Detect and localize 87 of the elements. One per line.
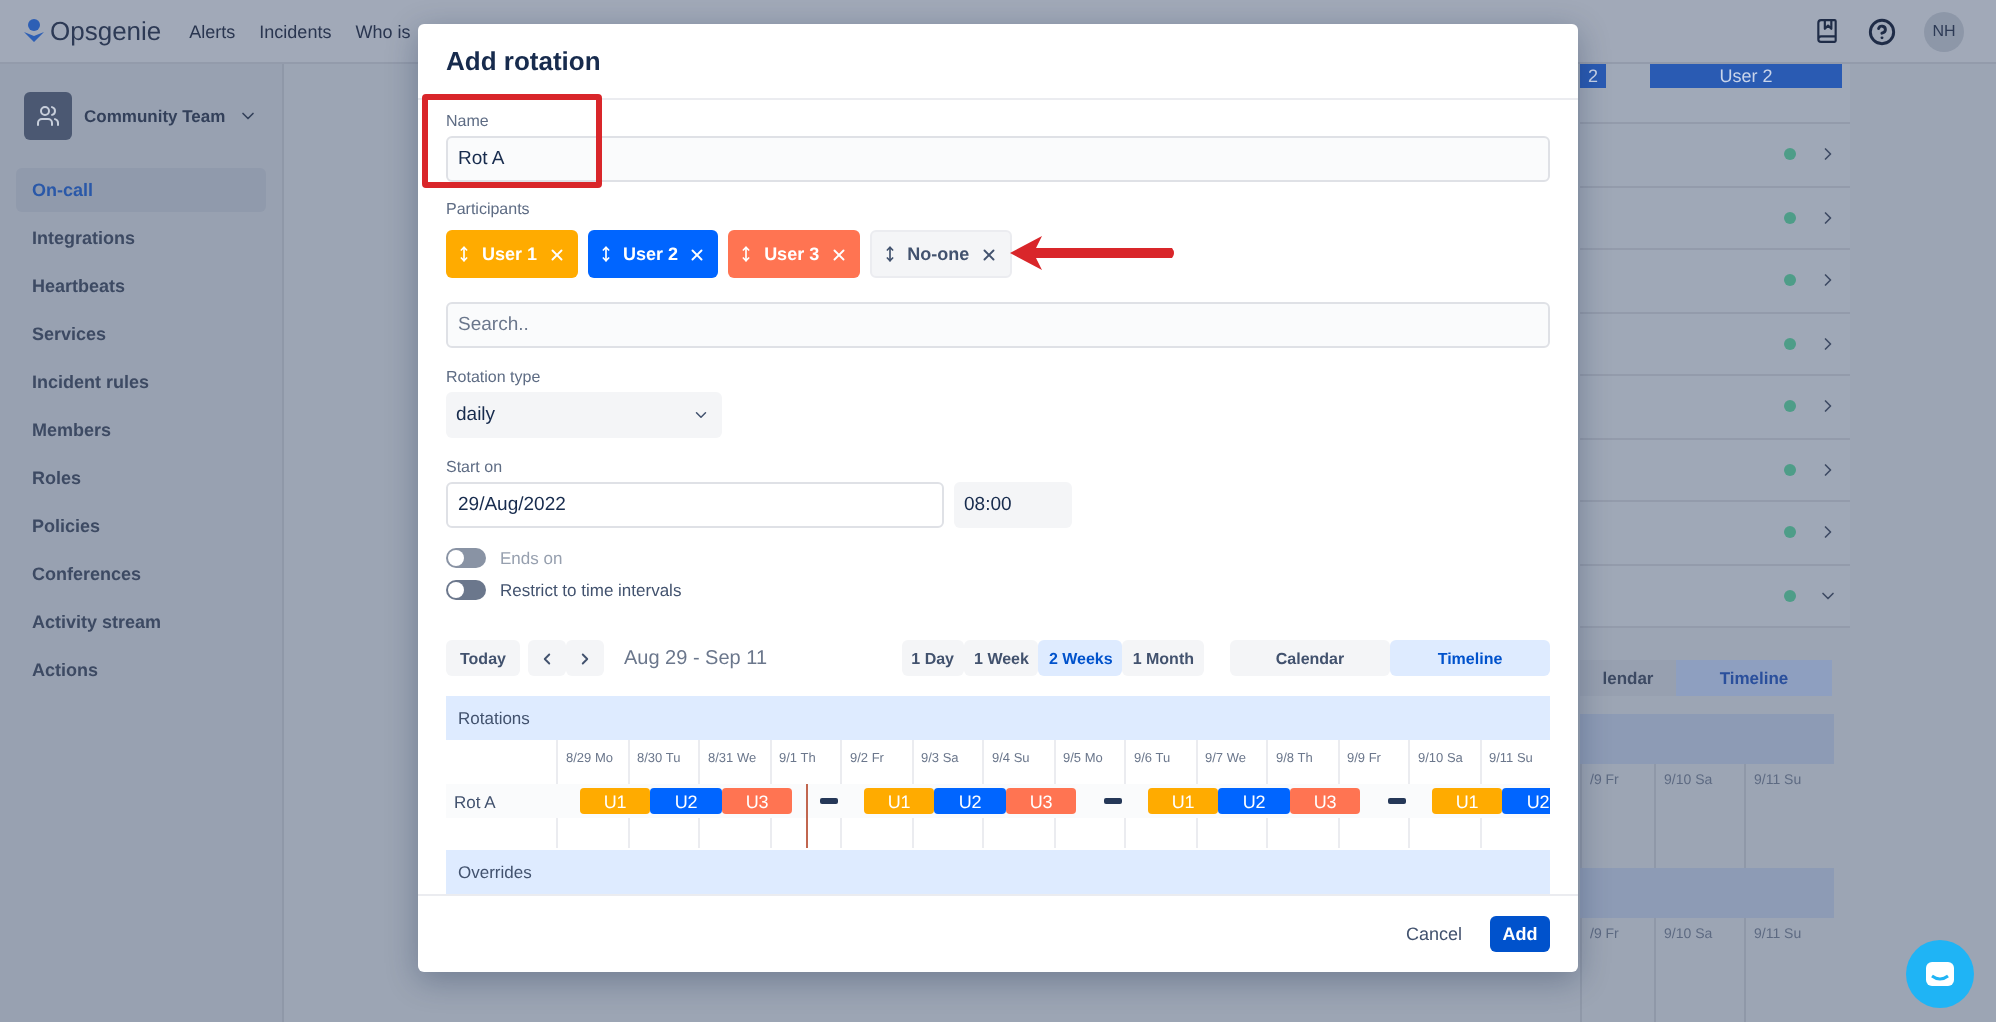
sidebar-item[interactable]: Services [16, 312, 266, 356]
status-dot [1784, 463, 1796, 476]
previous-button[interactable] [527, 640, 566, 676]
search-field[interactable]: Search.. [446, 302, 1550, 348]
participant-name: User 1 [482, 244, 538, 264]
cancel-button[interactable]: Cancel [1393, 916, 1474, 952]
view-tab[interactable]: Calendar [1230, 640, 1390, 676]
sidebar-item[interactable]: Incident rules [16, 360, 266, 404]
team-name[interactable]: Community Team [84, 106, 226, 126]
next-button[interactable] [565, 640, 604, 676]
field-label: Name [446, 112, 489, 132]
chevron-icon [692, 406, 710, 424]
participant-name: User 2 [623, 244, 679, 264]
participant-chip[interactable]: No-one [869, 230, 1012, 278]
section-title: Overrides [458, 862, 532, 882]
remove-icon[interactable] [688, 245, 707, 263]
sidebar-item[interactable]: Activity stream [16, 600, 266, 644]
participant-chip[interactable]: User 3 [728, 230, 860, 278]
rotation-name: Rot A [446, 784, 556, 818]
drag-handle-icon[interactable] [881, 246, 898, 262]
period-tab[interactable]: 1 Week [964, 640, 1039, 676]
today-button[interactable]: Today [446, 640, 520, 676]
section-title: Rotations [458, 708, 530, 728]
user-bar: 2 [1580, 64, 1607, 88]
status-dot [1784, 400, 1796, 413]
period-tab[interactable]: 1 Month [1122, 640, 1204, 676]
date-range: Aug 29 - Sep 11 [623, 647, 768, 669]
sidebar-item[interactable]: Roles [16, 456, 266, 500]
toggle-switch[interactable] [446, 580, 486, 600]
sidebar-item[interactable]: Members [16, 408, 266, 452]
remove-icon[interactable] [979, 245, 998, 263]
logo-text[interactable]: Opsgenie [50, 16, 162, 46]
chat-icon [1924, 960, 1956, 988]
add-button[interactable]: Add [1490, 916, 1550, 952]
sidebar-item[interactable]: Heartbeats [16, 264, 266, 308]
status-dot [1784, 274, 1796, 287]
shift-bar[interactable]: U2 [1218, 788, 1290, 814]
field-label: Start on [446, 458, 503, 478]
view-tab[interactable]: Timeline [1676, 660, 1832, 696]
no-one-mark [819, 798, 838, 804]
toggle-label: Restrict to time intervals [500, 580, 682, 600]
sidebar-item[interactable]: Actions [16, 648, 266, 692]
nav-link[interactable]: Alerts [189, 21, 236, 41]
status-dot [1784, 211, 1796, 224]
participant-name: No-one [907, 244, 970, 264]
nav-link[interactable]: Who is [355, 21, 411, 41]
period-tab[interactable]: 2 Weeks [1038, 640, 1123, 676]
sidebar-item[interactable]: Integrations [16, 216, 266, 260]
sidebar-item[interactable]: Conferences [16, 552, 266, 596]
sidebar-item[interactable]: Policies [16, 504, 266, 548]
field-label: Rotation type [446, 368, 541, 388]
no-one-mark [1387, 798, 1406, 804]
status-dot [1784, 148, 1796, 161]
nav-link[interactable]: Incidents [259, 21, 332, 41]
chat-button[interactable] [1906, 940, 1974, 1008]
shift-bar[interactable]: U2 [650, 788, 722, 814]
participant-name: User 3 [764, 244, 820, 264]
name-field[interactable]: Rot A [446, 136, 1550, 182]
shift-bar[interactable]: U2 [1502, 788, 1550, 814]
drag-handle-icon[interactable] [597, 246, 614, 262]
shift-bar[interactable]: U3 [1289, 788, 1361, 814]
no-one-mark [1103, 798, 1122, 804]
drag-handle-icon[interactable] [738, 246, 755, 262]
user-bar: User 2 [1650, 64, 1843, 88]
toggle-label: Ends on [500, 548, 563, 568]
book-icon[interactable] [1814, 18, 1840, 44]
help-icon[interactable] [1868, 17, 1896, 45]
participant-chip[interactable]: User 2 [587, 230, 719, 278]
user-avatar[interactable]: NH [1924, 11, 1964, 51]
view-tab[interactable]: lendar [1580, 660, 1676, 696]
view-tab[interactable]: Timeline [1390, 640, 1550, 676]
status-dot [1784, 526, 1796, 539]
dialog-title: Add rotation [446, 46, 601, 76]
field-label: Participants [446, 200, 530, 220]
time-field[interactable]: 08:00 [954, 482, 1072, 528]
shift-bar[interactable]: U3 [721, 788, 793, 814]
shift-bar[interactable]: U3 [1005, 788, 1077, 814]
team-icon [24, 92, 72, 140]
status-dot [1784, 589, 1796, 602]
sidebar-item[interactable]: On-call [16, 168, 266, 212]
status-dot [1784, 337, 1796, 350]
shift-bar[interactable]: U2 [934, 788, 1006, 814]
drag-handle-icon[interactable] [456, 246, 472, 262]
period-tab[interactable]: 1 Day [901, 640, 965, 676]
rotation-type-select[interactable]: daily [446, 392, 722, 438]
logo-icon [24, 18, 44, 44]
date-field[interactable]: 29/Aug/2022 [446, 482, 944, 528]
